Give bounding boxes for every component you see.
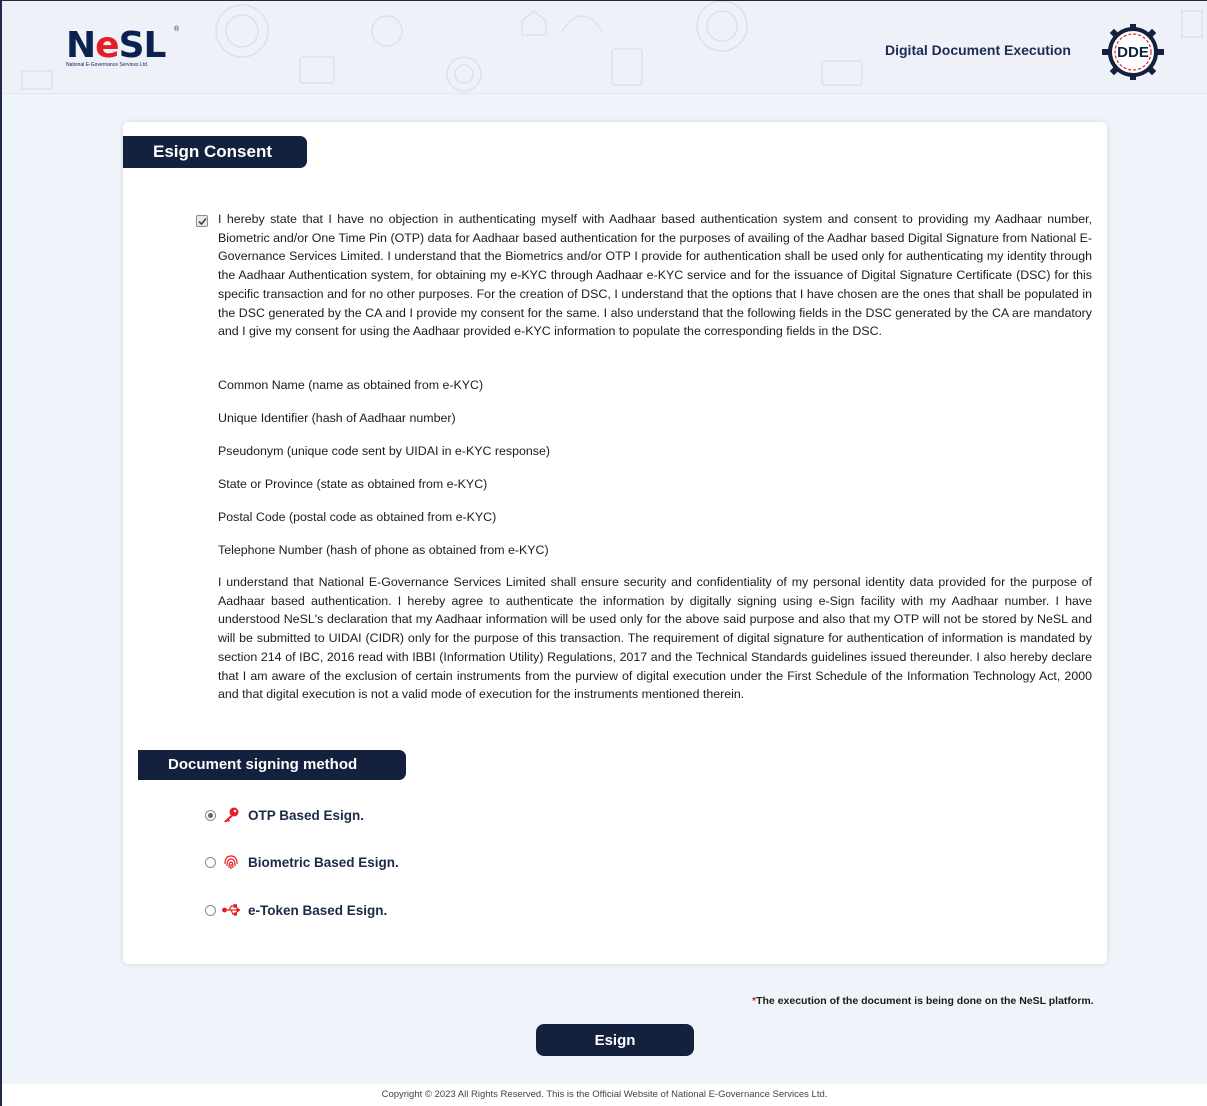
nesl-logo-wordmark: NeSL: [66, 25, 166, 66]
consent-checkbox[interactable]: [196, 215, 208, 227]
field-pseudonym: Pseudonym (unique code sent by UIDAI in …: [218, 444, 550, 458]
consent-paragraph-2: I understand that National E-Governance …: [218, 575, 1092, 702]
usb-icon: [222, 902, 240, 918]
fingerprint-icon: [222, 854, 240, 870]
footer-copyright-prefix: Copyright: [381, 1089, 423, 1100]
site-footer: Copyright © 2023 All Rights Reserved. Th…: [2, 1084, 1207, 1106]
dde-gear-logo: DDE: [1102, 24, 1164, 80]
radio-otp[interactable]: [205, 809, 216, 821]
option-otp-label: OTP Based Esign.: [248, 807, 365, 823]
consent-paragraph-1: I hereby state that I have no objection …: [218, 212, 1092, 339]
section-title-signing-method: Document signing method: [138, 750, 406, 780]
app-title: Digital Document Execution: [885, 42, 1071, 58]
registered-mark: ®: [174, 26, 180, 33]
note-text: The execution of the document is being d…: [756, 995, 1094, 1007]
checkmark-icon: [198, 217, 207, 226]
field-common-name: Common Name (name as obtained from e-KYC…: [218, 378, 484, 392]
field-unique-identifier: Unique Identifier (hash of Aadhaar numbe…: [218, 411, 456, 425]
consent-card: Esign Consent I hereby state that I have…: [123, 122, 1107, 964]
dde-badge-text: DDE: [1117, 44, 1149, 61]
copyright-icon: ©: [424, 1089, 432, 1100]
key-icon: [222, 807, 240, 823]
field-telephone: Telephone Number (hash of phone as obtai…: [218, 543, 549, 557]
option-biometric-esign[interactable]: Biometric Based Esign.: [205, 852, 399, 872]
footer-copyright-text: 2023 All Rights Reserved. This is the Of…: [434, 1089, 828, 1100]
esign-button[interactable]: Esign: [536, 1024, 694, 1056]
nesl-logo: NeSL ® National E-Governance Services Lt…: [66, 25, 179, 68]
field-postal-code: Postal Code (postal code as obtained fro…: [218, 510, 497, 524]
field-state: State or Province (state as obtained fro…: [218, 477, 488, 491]
option-etoken-esign[interactable]: e-Token Based Esign.: [205, 900, 387, 920]
platform-note: *The execution of the document is being …: [752, 995, 1094, 1007]
option-biometric-label: Biometric Based Esign.: [248, 854, 399, 870]
option-otp-esign[interactable]: OTP Based Esign.: [205, 805, 364, 825]
radio-biometric[interactable]: [205, 856, 216, 868]
radio-etoken[interactable]: [205, 904, 216, 916]
site-header: NeSL ® National E-Governance Services Lt…: [2, 1, 1207, 94]
section-title-esign-consent: Esign Consent: [123, 136, 307, 168]
option-etoken-label: e-Token Based Esign.: [248, 902, 388, 918]
